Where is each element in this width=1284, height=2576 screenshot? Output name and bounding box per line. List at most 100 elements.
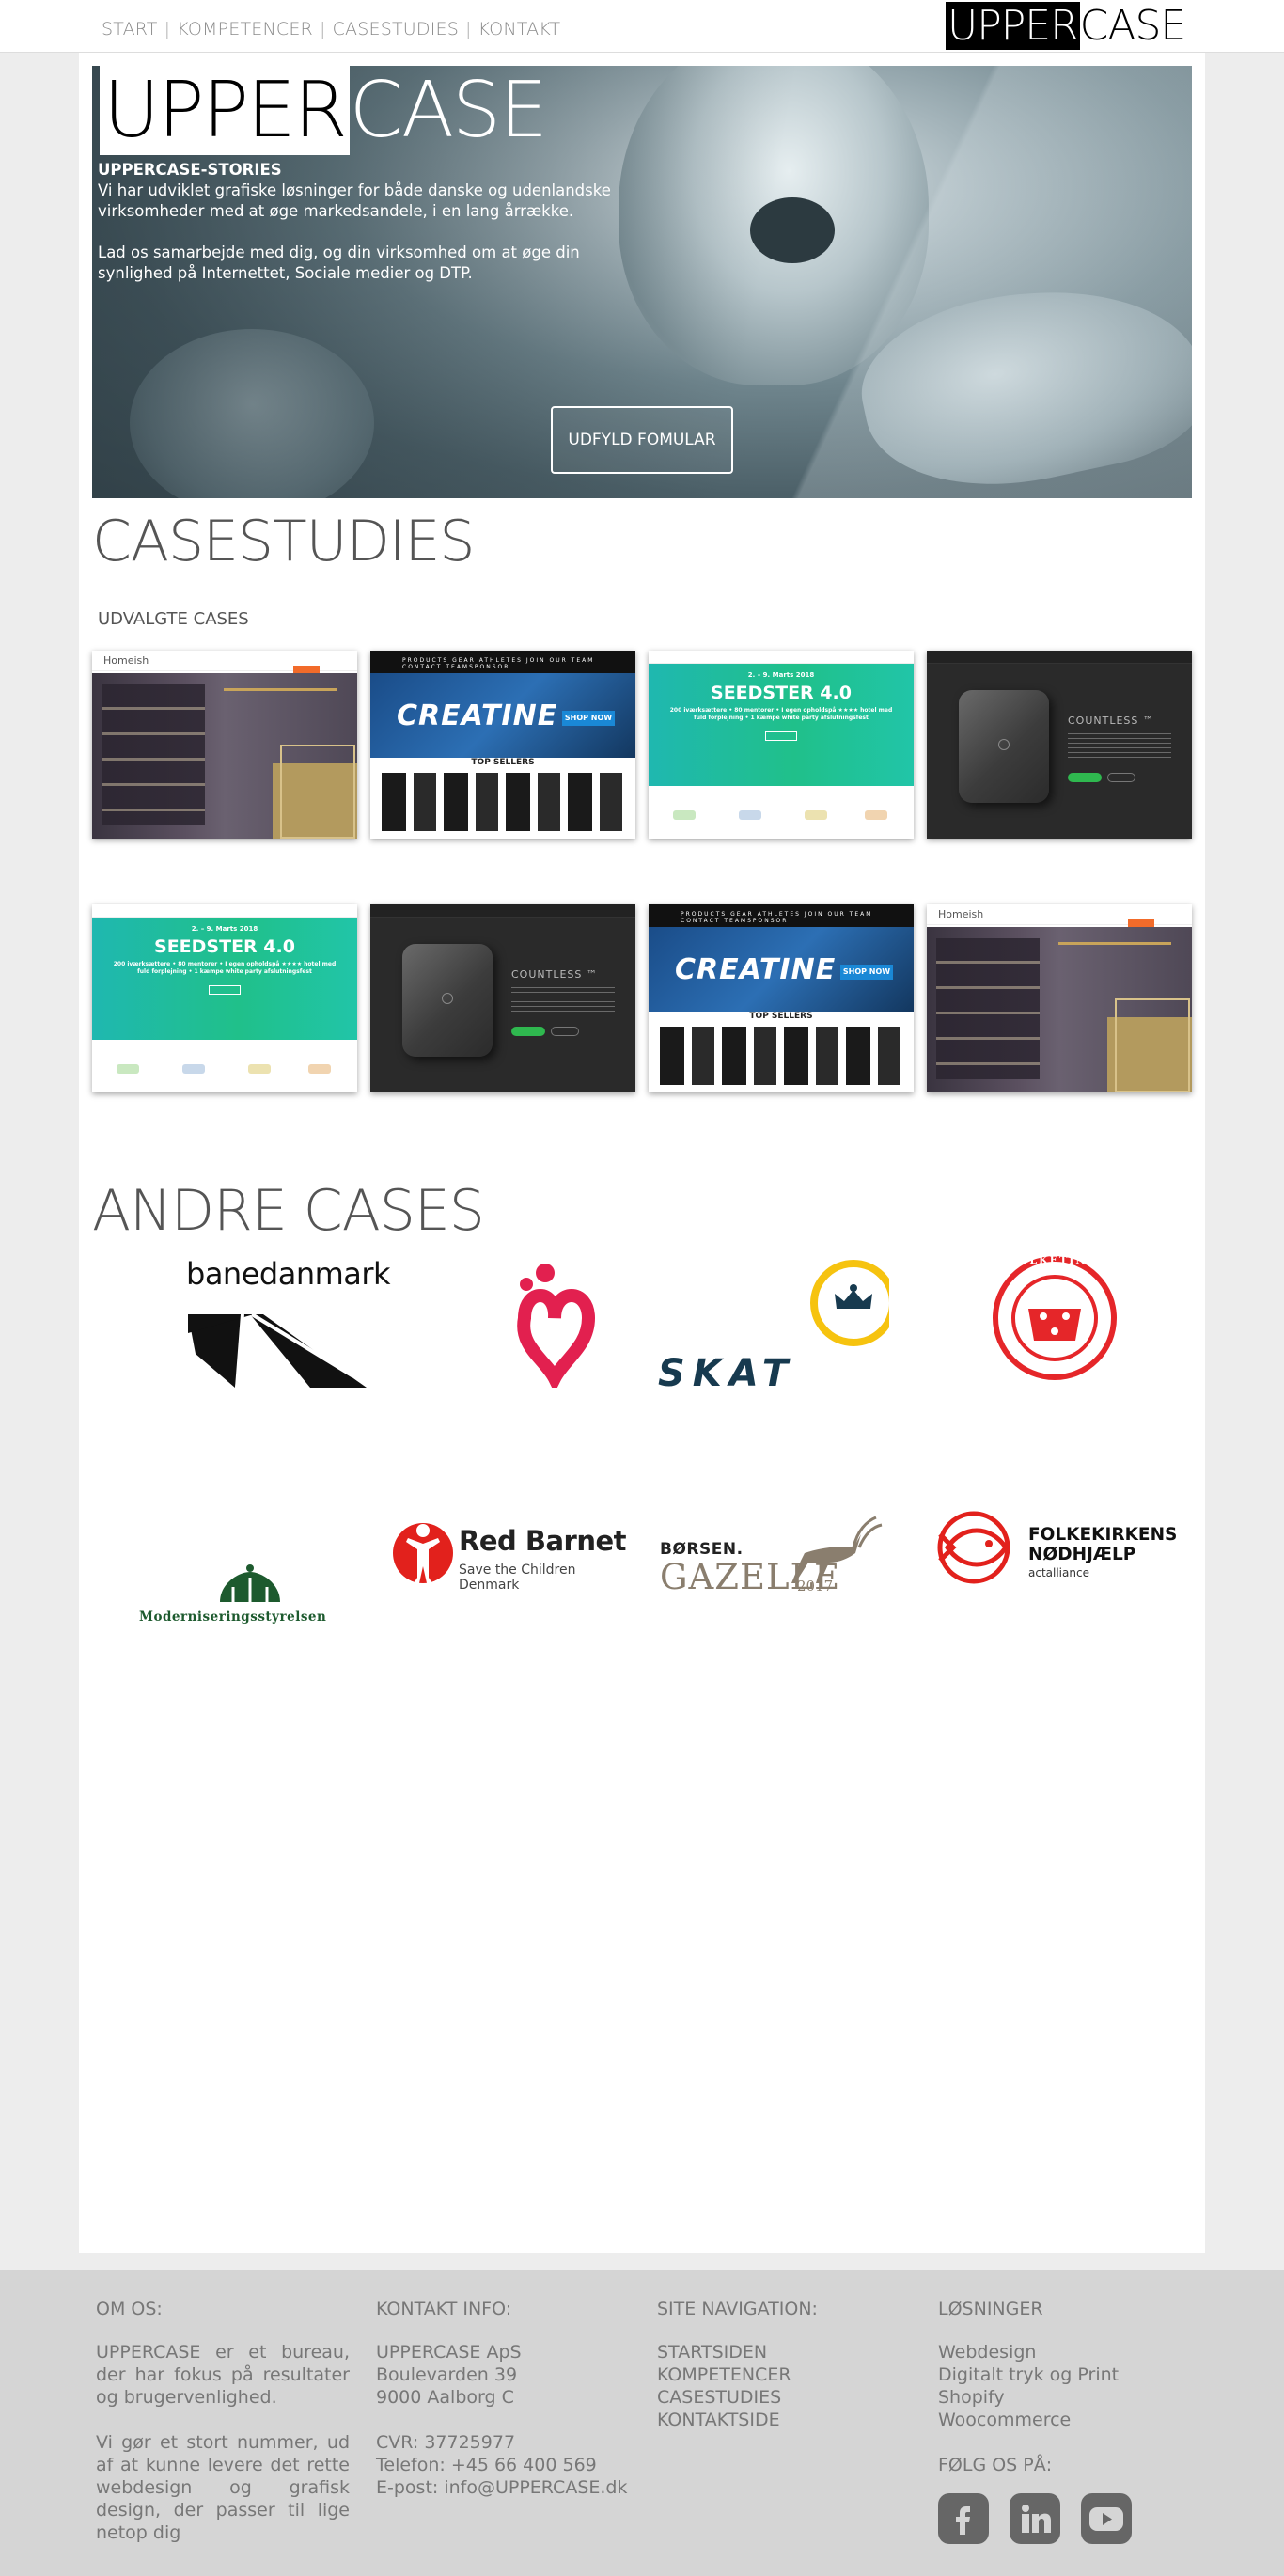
hero-diagonal-overlay [703,66,1192,498]
footer-about-heading: OM OS: [96,2299,163,2319]
footer-solution-webdesign[interactable]: Webdesign [938,2341,1192,2364]
main-nav: START | KOMPETENCER | CASESTUDIES | KONTAKT [102,19,560,39]
footer-link-startsiden[interactable]: STARTSIDEN [657,2341,911,2364]
thumb-title: CREATINE [397,699,558,732]
footer-solutions-heading: LØSNINGER [938,2299,1043,2319]
case-thumb-countless[interactable]: COUNTLESS ™ [927,651,1192,839]
crown-icon [220,1564,280,1602]
thumb-icon [182,1064,205,1074]
thumb-outline-button [551,1027,579,1036]
footer-cvr: CVR: 37725977 [376,2432,516,2453]
linkedin-icon[interactable] [1010,2493,1060,2544]
nodhjaelp-line-1: FOLKEKIRKENS [1028,1525,1178,1545]
nav-separator: | [464,19,472,39]
case-thumb-creatine[interactable]: PRODUCTS GEAR ATHLETES JOIN OUR TEAM CON… [649,904,914,1092]
selected-cases-subheading: UDVALGTE CASES [98,609,249,629]
thumb-lamp [224,688,337,726]
redbarnet-logo[interactable]: Red Barnet Save the Children Denmark [391,1497,627,1628]
nav-kompetencer[interactable]: KOMPETENCER [177,19,313,39]
footer-link-kontaktside[interactable]: KONTAKTSIDE [657,2409,911,2431]
thumb-brand: Homeish [938,908,984,920]
footer-site-heading: SITE NAVIGATION: [657,2299,818,2319]
footer: OM OS: UPPERCASE er et bureau, der har f… [0,2270,1284,2576]
footer-link-kompetencer[interactable]: KOMPETENCER [657,2364,911,2386]
thumb-button [209,985,241,995]
thumb-top-sellers: TOP SELLERS [749,1012,813,1021]
thumb-tag [1128,919,1154,927]
thumb-nav [92,904,357,918]
thumb-products [382,773,626,831]
thumb-tagline: 200 iværksættere • 80 mentorer • I egen … [113,961,337,975]
thumb-icon [805,810,827,820]
thumb-icon [308,1064,331,1074]
hero-title: UPPERCASE-STORIES [98,161,282,179]
thumb-green-button [1068,773,1102,782]
case-thumb-seedster[interactable]: 2. – 9. Marts 2018 SEEDSTER 4.0 200 ivær… [92,904,357,1092]
thumb-title: COUNTLESS ™ [511,968,598,981]
nav-start[interactable]: START [102,19,158,39]
redbarnet-subline: Save the Children Denmark [459,1563,576,1593]
footer-phone[interactable]: Telefon: +45 66 400 569 [376,2454,630,2476]
logo-case: CASE [1079,2,1187,50]
thumb-icon [865,810,887,820]
thumb-icon [673,810,696,820]
footer-solution-shopify[interactable]: Shopify [938,2386,1192,2409]
thumb-device-dot [998,739,1010,750]
footer-contact-heading: KONTAKT INFO: [376,2299,512,2319]
thumb-icon [117,1064,139,1074]
footer-solution-print[interactable]: Digitalt tryk og Print [938,2364,1192,2386]
main-content: UPPERCASE UPPERCASE-STORIES Vi har udvik… [79,53,1205,2253]
footer-link-casestudies[interactable]: CASESTUDIES [657,2386,911,2409]
case-thumb-homeish[interactable]: Homeish [927,904,1192,1092]
hero-paragraph-1: Vi har udviklet grafiske løsninger for b… [98,181,611,220]
borsen-wordmark: BØRSEN. [660,1540,744,1559]
footer-about-p2: Vi gør et stort nummer, ud af at kunne l… [96,2432,350,2543]
thumb-date: 2. – 9. Marts 2018 [747,671,815,679]
nav-kontakt[interactable]: KONTAKT [478,19,561,39]
heart-charity-logo[interactable] [414,1256,649,1388]
youtube-icon[interactable] [1081,2493,1132,2544]
skat-logo[interactable]: SKAT [654,1256,889,1395]
hero-text: UPPERCASE-STORIES Vi har udviklet grafis… [98,160,624,305]
footer-solution-woocommerce[interactable]: Woocommerce [938,2409,1192,2431]
thumb-text-lines [1068,733,1171,762]
footer-city: 9000 Aalborg C [376,2387,514,2408]
borsen-gazelle-logo[interactable]: BØRSEN. GAZELLE 2017 [654,1497,889,1628]
facebook-icon[interactable] [938,2493,989,2544]
footer-about: OM OS: UPPERCASE er et bureau, der har f… [96,2298,350,2567]
logo-upper: UPPER [946,2,1080,50]
case-thumb-countless[interactable]: COUNTLESS ™ [370,904,635,1092]
thumb-nav [927,651,1192,664]
gazelle-year: 2017 [797,1578,834,1594]
thumb-nav [370,904,635,918]
footer-site-navigation: SITE NAVIGATION: STARTSIDEN KOMPETENCER … [657,2298,911,2431]
folkekirkens-nodhjaelp-logo[interactable]: FOLKEKIRKENS NØDHJÆLP actalliance [931,1497,1177,1628]
thumb-icon [248,1064,271,1074]
top-bar: START | KOMPETENCER | CASESTUDIES | KONTAKT UP… [0,0,1284,53]
case-thumb-homeish[interactable]: Homeish [92,651,357,839]
site-logo[interactable]: UPPERCASE [946,2,1186,50]
fill-form-button[interactable]: UDFYLD FOMULAR [551,406,733,474]
case-thumb-seedster[interactable]: 2. – 9. Marts 2018 SEEDSTER 4.0 200 ivær… [649,651,914,839]
folketinget-logo[interactable]: FOLKETINGET [931,1254,1166,1388]
footer-street: Boulevarden 39 [376,2364,518,2385]
footer-email[interactable]: E-post: info@UPPERCASE.dk [376,2476,630,2499]
nav-separator: | [319,19,326,39]
nodhjaelp-line-2: NØDHJÆLP [1028,1545,1136,1564]
thumb-nav-text: PRODUCTS GEAR ATHLETES JOIN OUR TEAM CON… [681,911,873,924]
nav-casestudies[interactable]: CASESTUDIES [333,19,459,39]
banedanmark-tracks-icon [188,1312,367,1388]
hero-logo-upper: UPPER [100,66,350,155]
thumb-top-sellers: TOP SELLERS [471,758,535,767]
footer-contact: KONTAKT INFO: UPPERCASE ApS Boulevarden … [376,2298,630,2499]
hero-paragraph-2: Lad os samarbejde med dig, og din virkso… [98,243,580,282]
thumb-green-button [511,1027,545,1036]
other-cases-heading: ANDRE CASES [92,1178,485,1244]
thumb-date: 2. – 9. Marts 2018 [191,925,258,933]
banedanmark-logo[interactable]: banedanmark [132,1256,391,1388]
thumb-icon [739,810,761,820]
thumb-shelf [936,938,1040,1079]
nodhjaelp-wordmark: FOLKEKIRKENS NØDHJÆLP [1028,1525,1177,1564]
moderniseringsstyrelsen-logo[interactable]: Moderniseringsstyrelsen [109,1497,344,1628]
case-thumb-creatine[interactable]: PRODUCTS GEAR ATHLETES JOIN OUR TEAM CON… [370,651,635,839]
